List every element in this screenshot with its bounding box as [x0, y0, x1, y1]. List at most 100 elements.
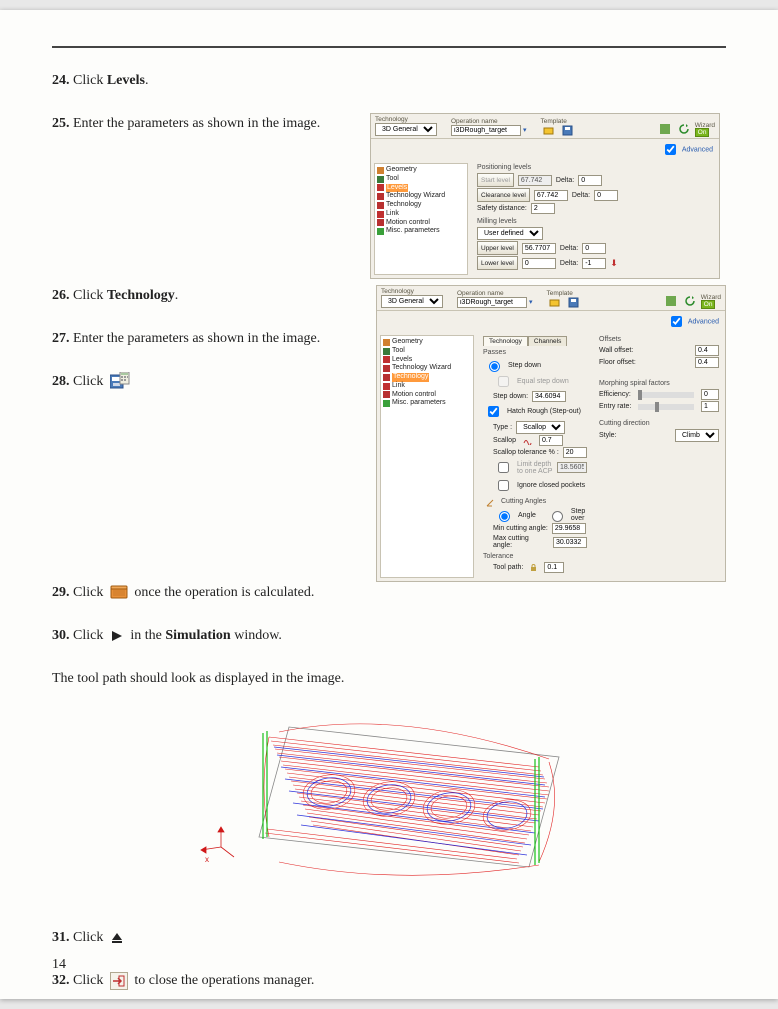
- template-save-icon[interactable]: [568, 297, 579, 308]
- userdef-select[interactable]: User defined: [477, 227, 543, 240]
- calculate-icon: [110, 584, 128, 602]
- tab-technology[interactable]: Technology: [483, 336, 528, 346]
- step-text: in the: [130, 628, 165, 643]
- tree-link[interactable]: Link: [383, 382, 471, 391]
- wizard-on[interactable]: On: [701, 300, 716, 309]
- opname-input[interactable]: [451, 125, 521, 136]
- step-num: 26.: [52, 288, 70, 303]
- tool-icon[interactable]: [666, 296, 676, 306]
- udelta-input[interactable]: [582, 243, 606, 254]
- hatch-check[interactable]: [487, 406, 500, 417]
- advanced-row: Advanced: [371, 139, 719, 160]
- clear-level-val[interactable]: [534, 190, 568, 201]
- step-text: once the operation is calculated.: [134, 585, 314, 600]
- advanced-check[interactable]: [670, 316, 683, 327]
- stepdown-label: Step down: [508, 362, 541, 369]
- step-bold: Simulation: [165, 628, 230, 643]
- opname-input[interactable]: [457, 297, 527, 308]
- tech-right: Offsets Wall offset: Floor offset: Morph…: [593, 332, 725, 581]
- tree-motion[interactable]: Motion control: [383, 391, 471, 400]
- delta-label: Delta:: [572, 192, 590, 199]
- tab-channels[interactable]: Channels: [528, 336, 567, 346]
- toolpath-input[interactable]: [544, 562, 564, 573]
- step-text: Click: [73, 930, 107, 945]
- label-technology: Technology: [375, 116, 437, 123]
- upper-level-btn[interactable]: Upper level: [477, 241, 518, 255]
- tree-techwiz[interactable]: Technology Wizard: [383, 364, 471, 373]
- refresh-icon[interactable]: [685, 296, 695, 306]
- step-text: window.: [231, 628, 282, 643]
- wall-input[interactable]: [695, 345, 719, 356]
- toolpath-image: x: [199, 697, 579, 907]
- label-template: Template: [546, 290, 582, 297]
- ignore-check[interactable]: [497, 480, 510, 491]
- wizard-on[interactable]: On: [695, 128, 710, 137]
- tech-select[interactable]: 3D General: [381, 295, 443, 308]
- tree-link[interactable]: Link: [377, 210, 465, 219]
- tree-techwiz[interactable]: Technology Wizard: [377, 192, 465, 201]
- tree-motion[interactable]: Motion control: [377, 219, 465, 228]
- stepdown-radio[interactable]: [488, 361, 501, 372]
- style-select[interactable]: Climb: [675, 429, 719, 442]
- eff-input[interactable]: [701, 389, 719, 400]
- refresh-icon[interactable]: [679, 124, 689, 134]
- entry-slider[interactable]: [638, 404, 694, 410]
- lower-level-val[interactable]: [522, 258, 556, 269]
- tree-misc[interactable]: Misc. parameters: [377, 227, 465, 236]
- tech-pane: TechnologyChannels Passes Step down Equa…: [477, 332, 593, 581]
- tree-tool[interactable]: Tool: [377, 175, 465, 184]
- screenshot-levels: Technology3D General Operation name ▾ Te…: [370, 113, 720, 279]
- min-angle-label: Min cutting angle:: [493, 525, 548, 532]
- scallop-icon: [523, 436, 532, 445]
- template-save-icon[interactable]: [562, 125, 573, 136]
- advanced-label: Advanced: [688, 318, 719, 325]
- ldelta-input[interactable]: [582, 258, 606, 269]
- step-25-row: 25. Enter the parameters as shown in the…: [52, 113, 726, 279]
- step-text: Click: [73, 973, 107, 988]
- template-open-icon[interactable]: [549, 297, 560, 308]
- label-opname: Operation name: [451, 118, 526, 125]
- group-milling: Milling levels: [477, 218, 713, 225]
- group-offsets: Offsets: [599, 336, 719, 343]
- advanced-check[interactable]: [664, 144, 677, 155]
- tree-levels[interactable]: Levels: [383, 356, 471, 365]
- tree-geometry[interactable]: Geometry: [377, 166, 465, 175]
- eff-slider[interactable]: [638, 392, 694, 398]
- stepdown-input[interactable]: [532, 391, 566, 402]
- delta1-input[interactable]: [578, 175, 602, 186]
- scallop-label: Scallop: [493, 437, 516, 444]
- start-level-btn[interactable]: Start level: [477, 173, 514, 187]
- max-angle-input[interactable]: [553, 537, 587, 548]
- tree-misc[interactable]: Misc. parameters: [383, 399, 471, 408]
- tool-icon[interactable]: [660, 124, 670, 134]
- ignore-label: Ignore closed pockets: [517, 482, 585, 489]
- upper-level-val[interactable]: [522, 243, 556, 254]
- scallop-input[interactable]: [539, 435, 563, 446]
- step-25: 25. Enter the parameters as shown in the…: [52, 113, 352, 134]
- tree-geometry[interactable]: Geometry: [383, 338, 471, 347]
- min-angle-input[interactable]: [552, 523, 586, 534]
- clear-level-btn[interactable]: Clearance level: [477, 188, 530, 202]
- tol-input[interactable]: [563, 447, 587, 458]
- tech-select[interactable]: 3D General: [375, 123, 437, 136]
- label-template: Template: [540, 118, 576, 125]
- document-page: 24. Click Levels. 25. Enter the paramete…: [0, 10, 778, 999]
- stepover-radio[interactable]: [551, 511, 564, 522]
- angle-radio[interactable]: [498, 511, 511, 522]
- tree-technology[interactable]: Technology: [383, 373, 471, 382]
- tree-technology[interactable]: Technology: [377, 201, 465, 210]
- tree-tool[interactable]: Tool: [383, 347, 471, 356]
- entry-input[interactable]: [701, 401, 719, 412]
- step-text: Click: [73, 628, 107, 643]
- lower-level-btn[interactable]: Lower level: [477, 256, 518, 270]
- type-select[interactable]: Scallop: [516, 421, 565, 434]
- floor-input[interactable]: [695, 357, 719, 368]
- group-positioning: Positioning levels: [477, 164, 713, 171]
- angle-label: Angle: [518, 512, 536, 519]
- limit-check[interactable]: [497, 462, 510, 473]
- step-29: 29. Click once the operation is calculat…: [52, 582, 726, 603]
- tree-levels[interactable]: Levels: [377, 184, 465, 193]
- delta2-input[interactable]: [594, 190, 618, 201]
- safety-input[interactable]: [531, 203, 555, 214]
- template-open-icon[interactable]: [543, 125, 554, 136]
